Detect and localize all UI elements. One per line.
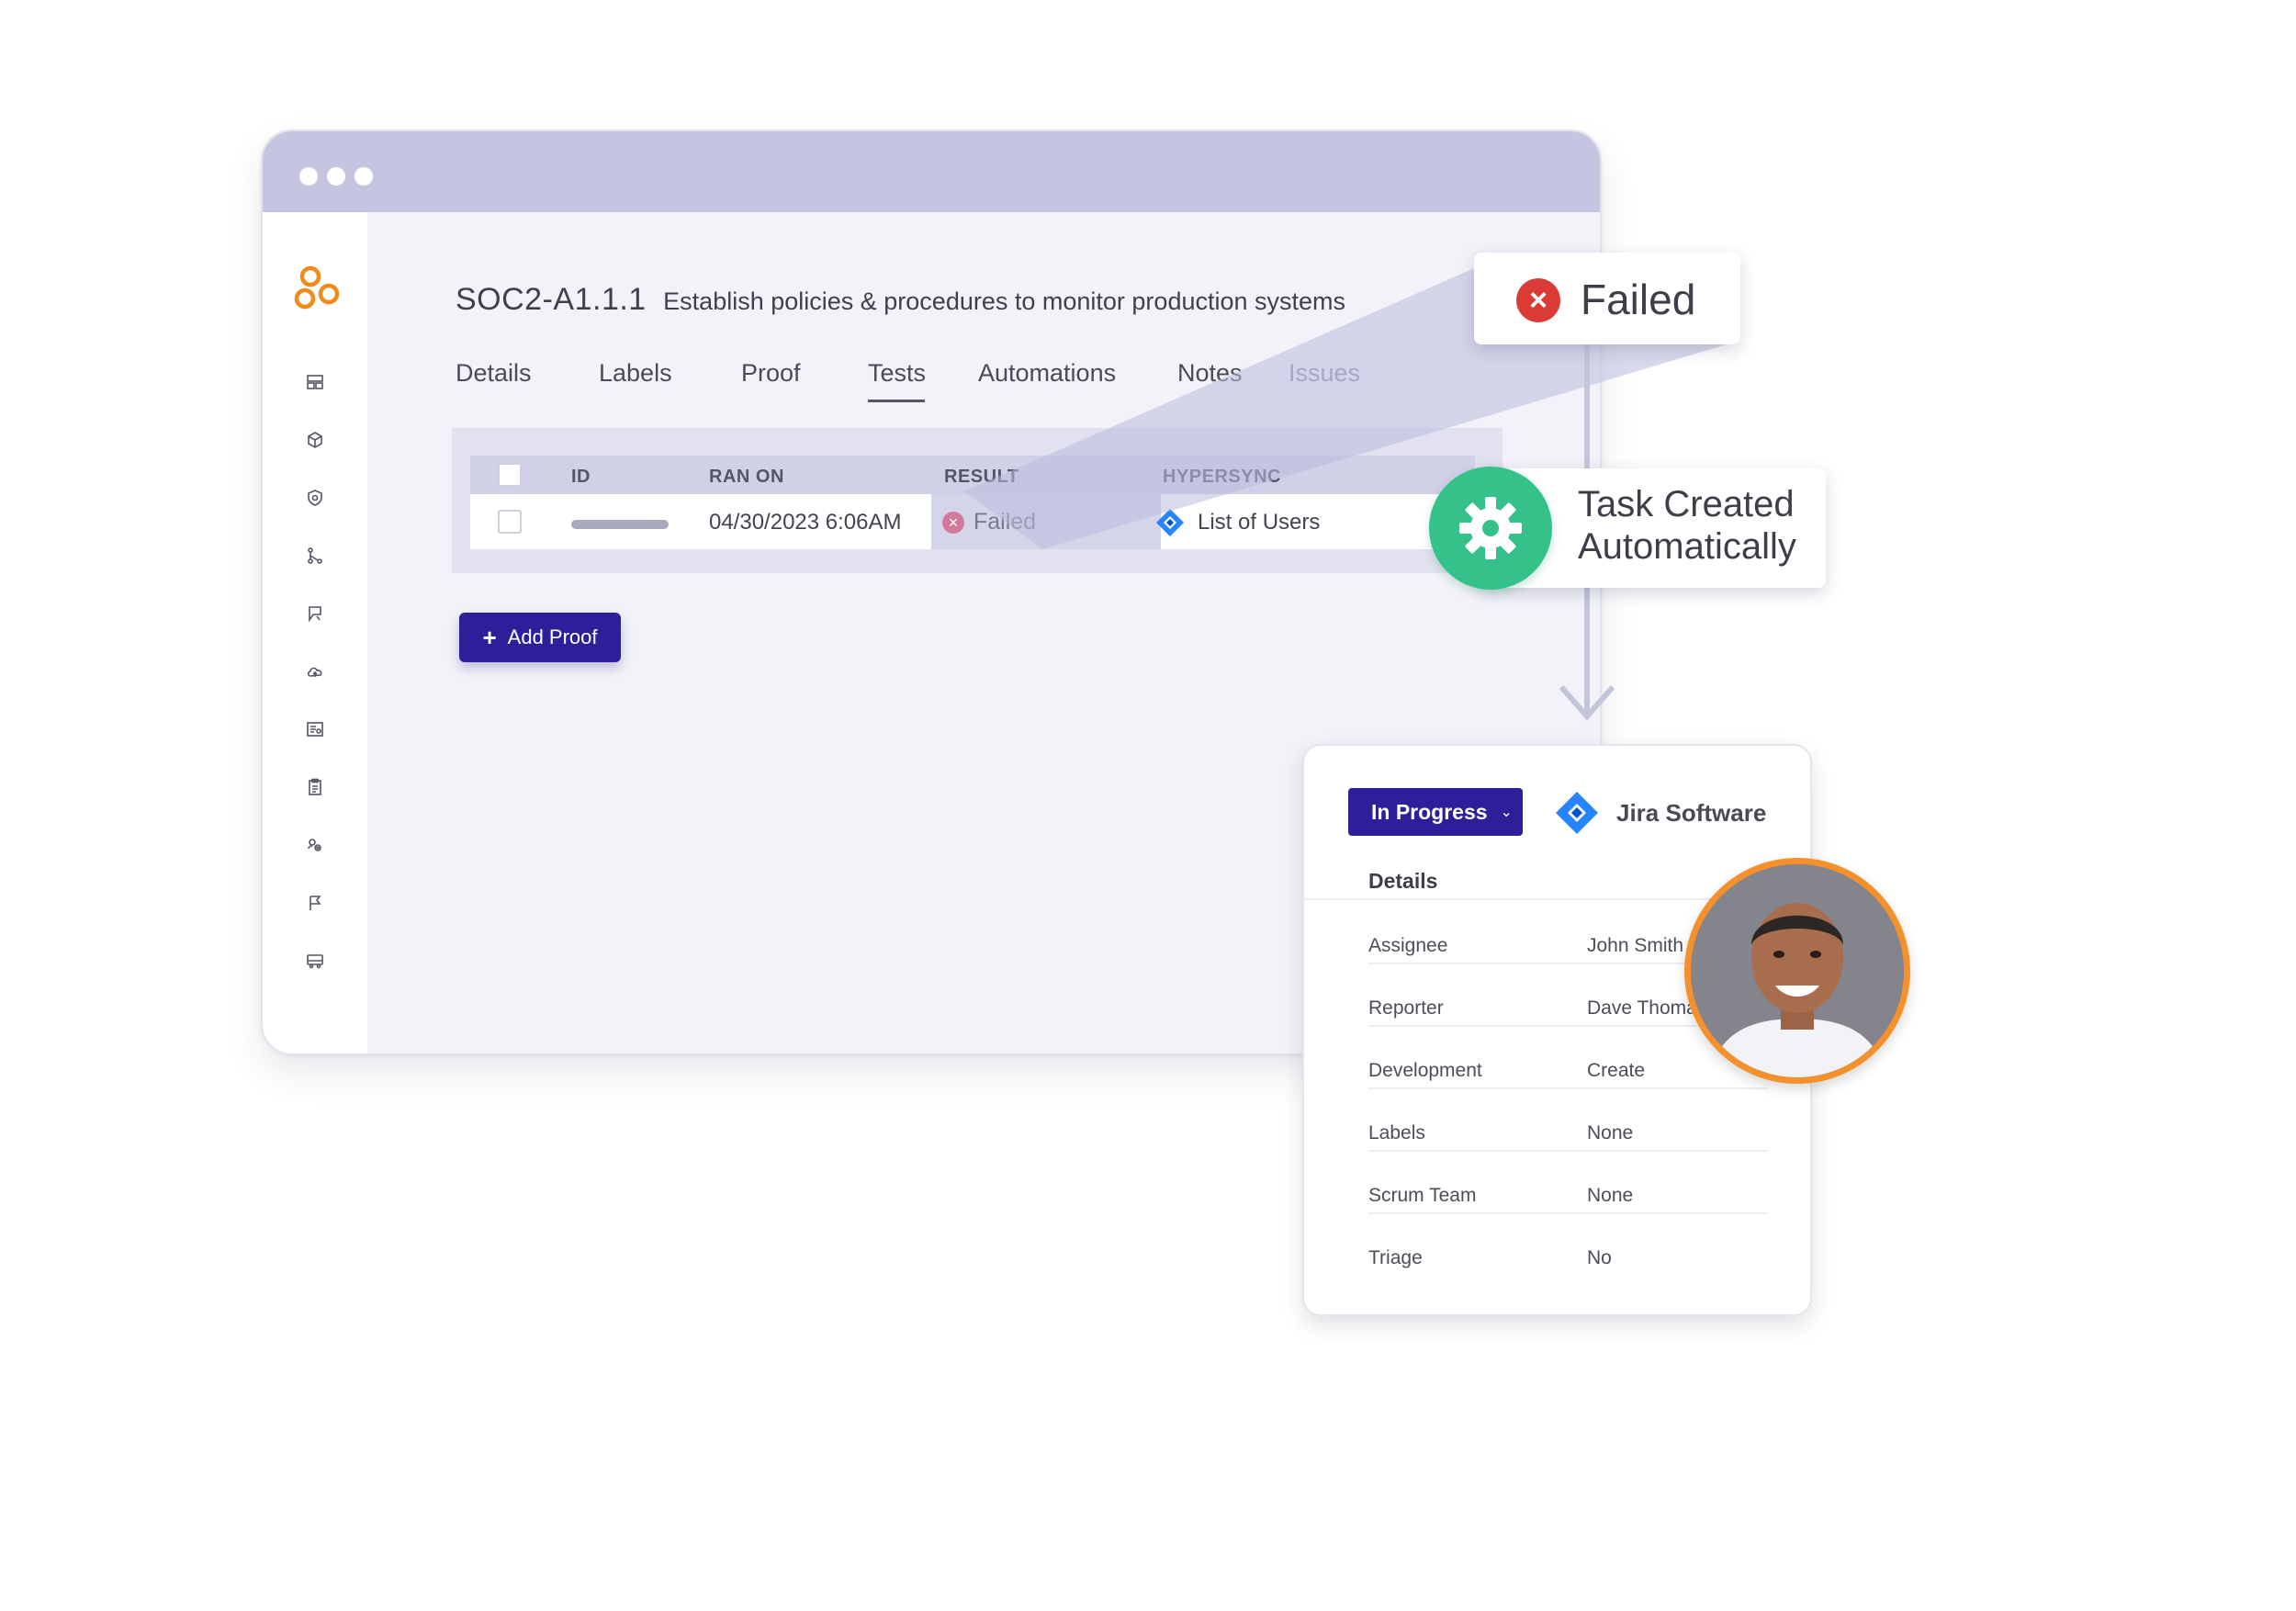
- detail-row-scrum-team: Scrum Team None: [1368, 1152, 1768, 1214]
- column-header-result[interactable]: RESULT: [944, 467, 1019, 488]
- shield-icon[interactable]: [304, 487, 326, 509]
- cloud-icon[interactable]: [304, 660, 326, 682]
- detail-value[interactable]: None: [1587, 1185, 1633, 1207]
- table-row[interactable]: 04/30/2023 6:06AM × Failed List of Users: [470, 494, 1475, 549]
- detail-row-labels: Labels None: [1368, 1089, 1768, 1152]
- add-proof-label: Add Proof: [507, 625, 598, 648]
- task-created-line2: Automatically: [1578, 526, 1796, 567]
- detail-row-triage: Triage No: [1368, 1214, 1768, 1277]
- detail-label: Development: [1368, 1060, 1482, 1081]
- column-header-ran-on[interactable]: RAN ON: [709, 467, 784, 488]
- tab-tests[interactable]: Tests: [868, 359, 926, 388]
- detail-label: Reporter: [1368, 997, 1444, 1019]
- detail-value[interactable]: No: [1587, 1247, 1612, 1269]
- window-dot[interactable]: [299, 167, 318, 186]
- failed-status-icon: ×: [942, 512, 964, 534]
- control-id: SOC2-A1.1.1: [456, 282, 647, 317]
- table-header: ID RAN ON RESULT HYPERSYNC: [470, 456, 1475, 494]
- status-label: In Progress: [1371, 799, 1488, 824]
- avatar: [1684, 858, 1910, 1084]
- control-description: Establish policies & procedures to monit…: [663, 287, 1346, 315]
- active-tab-indicator: [868, 400, 925, 402]
- plus-icon: +: [482, 624, 497, 651]
- box-icon[interactable]: [304, 429, 326, 451]
- tab-notes[interactable]: Notes: [1177, 359, 1243, 388]
- status-dropdown[interactable]: In Progress ⌄: [1348, 788, 1523, 836]
- jira-product-name: Jira Software: [1616, 799, 1767, 827]
- column-header-hypersync[interactable]: HYPERSYNC: [1163, 467, 1281, 488]
- window-dot[interactable]: [327, 167, 345, 186]
- bus-icon[interactable]: [304, 950, 326, 972]
- task-created-text: Task Created Automatically: [1578, 483, 1796, 568]
- flag-icon[interactable]: [304, 892, 326, 914]
- tab-automations[interactable]: Automations: [978, 359, 1116, 388]
- select-all-checkbox[interactable]: [498, 463, 522, 487]
- failed-callout: × Failed: [1474, 253, 1740, 344]
- add-proof-button[interactable]: + Add Proof: [459, 613, 621, 662]
- detail-value[interactable]: None: [1587, 1122, 1633, 1144]
- clipboard-icon[interactable]: [304, 776, 326, 798]
- jira-icon: [1156, 509, 1184, 536]
- person-photo: [1691, 864, 1904, 1077]
- details-title: Details: [1368, 869, 1438, 893]
- bookmark-icon[interactable]: [304, 603, 326, 625]
- ran-on-cell: 04/30/2023 6:06AM: [709, 510, 902, 535]
- column-header-id[interactable]: ID: [571, 467, 591, 488]
- app-logo[interactable]: [294, 264, 343, 313]
- page-title: SOC2-A1.1.1 Establish policies & procedu…: [456, 282, 1345, 318]
- tab-proof[interactable]: Proof: [741, 359, 801, 388]
- detail-label: Assignee: [1368, 935, 1448, 956]
- detail-label: Triage: [1368, 1247, 1423, 1268]
- result-cell: × Failed: [931, 494, 1161, 549]
- sidebar: [263, 212, 367, 1053]
- jira-icon: [1556, 792, 1598, 834]
- task-created-line1: Task Created: [1578, 484, 1795, 524]
- result-text: Failed: [974, 509, 1037, 535]
- tab-labels[interactable]: Labels: [599, 359, 672, 388]
- failed-label: Failed: [1581, 276, 1696, 323]
- tab-details[interactable]: Details: [456, 359, 532, 388]
- tab-issues[interactable]: Issues: [1289, 359, 1360, 388]
- id-placeholder: [571, 520, 669, 529]
- settings-group-icon[interactable]: [304, 834, 326, 856]
- window-dot[interactable]: [355, 167, 373, 186]
- gear-icon: [1429, 467, 1552, 590]
- window-titlebar: [263, 131, 1600, 212]
- detail-value[interactable]: Create: [1587, 1060, 1645, 1082]
- tests-table: ID RAN ON RESULT HYPERSYNC 04/30/2023 6:…: [452, 428, 1503, 573]
- detail-label: Scrum Team: [1368, 1185, 1477, 1206]
- detail-value[interactable]: John Smith: [1587, 935, 1683, 957]
- chevron-down-icon: ⌄: [1500, 805, 1513, 820]
- hypersync-cell[interactable]: List of Users: [1198, 510, 1320, 535]
- detail-label: Labels: [1368, 1122, 1425, 1143]
- dashboard-icon[interactable]: [304, 371, 326, 393]
- error-icon: ×: [1516, 278, 1560, 322]
- workflow-icon[interactable]: [304, 545, 326, 567]
- row-checkbox[interactable]: [498, 510, 522, 534]
- report-icon[interactable]: [304, 718, 326, 740]
